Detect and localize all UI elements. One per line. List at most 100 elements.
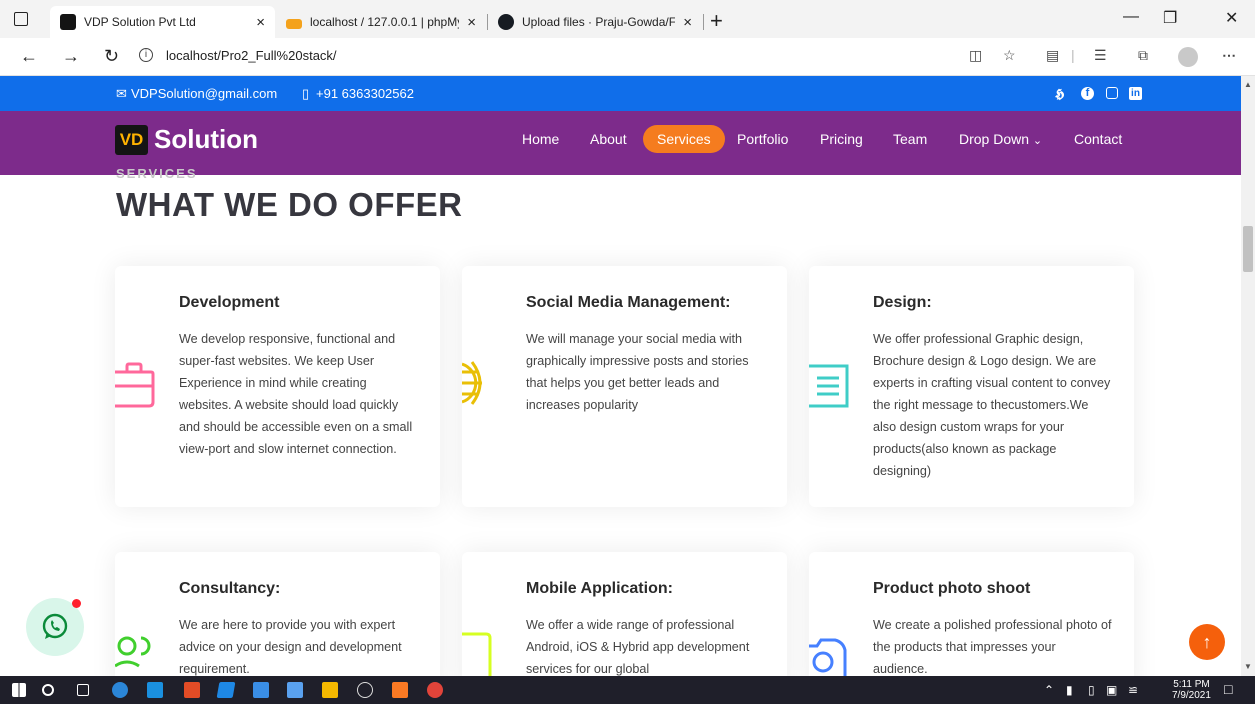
windows-start-icon[interactable] [12, 683, 26, 697]
card-title: Product photo shoot [873, 580, 1031, 597]
tab-phpmyadmin[interactable]: localhost / 127.0.0.1 | phpMyAdm × [276, 6, 486, 38]
section-label: SERVICES [116, 166, 198, 181]
card-description: We create a polished professional photo … [873, 618, 1112, 676]
email-icon: ✉ [116, 86, 127, 101]
xampp-icon[interactable] [392, 682, 408, 698]
new-tab-button[interactable]: + [710, 8, 723, 34]
more-icon[interactable]: ⋯ [1222, 47, 1236, 64]
calendar-icon[interactable] [253, 682, 269, 698]
tab-actions-icon[interactable] [14, 12, 28, 26]
favorite-icon[interactable]: ☆ [1003, 47, 1016, 64]
card-title: Design: [873, 294, 932, 311]
page-scrollbar[interactable] [1241, 76, 1255, 676]
briefcase-icon [115, 362, 155, 408]
email-link[interactable]: VDPSolution@gmail.com [131, 86, 277, 101]
phpmyadmin-favicon-icon [286, 19, 302, 29]
card-description: We develop responsive, functional and su… [179, 332, 413, 456]
clock-date: 7/9/2021 [1172, 690, 1211, 701]
usb-icon[interactable]: ▮ [1066, 683, 1073, 697]
profile-icon[interactable] [1178, 47, 1198, 67]
back-to-top-button[interactable]: ↑ [1189, 624, 1225, 660]
office-icon[interactable] [184, 682, 200, 698]
card-description: We offer professional Graphic design, Br… [873, 332, 1111, 478]
extension-icon[interactable]: ▤ [1046, 47, 1059, 64]
restore-icon[interactable]: ❐ [1163, 8, 1177, 28]
card-description: We offer a wide range of professional An… [526, 618, 750, 676]
linkedin-icon[interactable]: in [1129, 87, 1142, 100]
network-icon[interactable]: ▣ [1106, 683, 1117, 697]
nav-portfolio[interactable]: Portfolio [737, 131, 788, 147]
system-clock[interactable]: 5:11 PM 7/9/2021 [1172, 679, 1211, 701]
windows-taskbar: ⌃ ▮ ▯ ▣ ≌ 5:11 PM 7/9/2021 □ [0, 676, 1255, 704]
scroll-down-icon[interactable]: ▼ [1244, 662, 1252, 671]
nav-services[interactable]: Services [643, 125, 725, 153]
github-desktop-icon[interactable] [357, 682, 373, 698]
vdp-favicon-icon [60, 14, 76, 30]
nav-dropdown[interactable]: Drop Down ⌄ [959, 131, 1042, 147]
edge-icon[interactable] [112, 682, 128, 698]
service-card-photo-shoot[interactable]: Product photo shoot We create a polished… [809, 552, 1134, 692]
facebook-icon[interactable]: f [1081, 87, 1094, 100]
notification-badge [72, 599, 81, 608]
show-hidden-icons-icon[interactable]: ⌃ [1044, 683, 1054, 697]
close-tab-icon[interactable]: × [683, 14, 692, 31]
battery-icon[interactable]: ▯ [1088, 683, 1095, 697]
globe-icon [462, 361, 482, 405]
nav-team[interactable]: Team [893, 131, 927, 147]
service-card-mobile-app[interactable]: Mobile Application: We offer a wide rang… [462, 552, 787, 692]
store-icon[interactable] [287, 682, 303, 698]
vscode-icon[interactable] [216, 682, 236, 698]
service-card-design[interactable]: Design: We offer professional Graphic de… [809, 266, 1134, 507]
nav-pricing[interactable]: Pricing [820, 131, 863, 147]
nav-about[interactable]: About [590, 131, 627, 147]
minimize-icon[interactable]: — [1123, 8, 1139, 26]
twitter-icon[interactable]: 𝕳 [1055, 86, 1064, 102]
nav-home[interactable]: Home [522, 131, 559, 147]
service-card-social-media[interactable]: Social Media Management: We will manage … [462, 266, 787, 507]
card-title: Social Media Management: [526, 294, 731, 311]
task-view-icon[interactable] [77, 684, 89, 696]
close-tab-icon[interactable]: × [256, 14, 265, 31]
logo-mark[interactable]: VD [115, 125, 148, 155]
chrome-icon[interactable] [427, 682, 443, 698]
search-icon[interactable] [42, 684, 54, 696]
url-field[interactable]: localhost/Pro2_Full%20stack/ [166, 48, 337, 63]
scroll-up-icon[interactable]: ▲ [1244, 80, 1252, 89]
card-title: Mobile Application: [526, 580, 673, 597]
wifi-icon[interactable]: ≌ [1128, 683, 1138, 697]
refresh-icon[interactable]: ↻ [104, 46, 119, 67]
section-title: WHAT WE DO OFFER [116, 186, 463, 223]
whatsapp-icon [42, 613, 68, 639]
camera-icon [809, 638, 847, 678]
browser-tab-bar: VDP Solution Pvt Ltd × localhost / 127.0… [0, 0, 1255, 38]
logo-text[interactable]: Solution [154, 124, 258, 155]
card-description: We are here to provide you with expert a… [179, 618, 402, 676]
tab-github-upload[interactable]: Upload files · Praju-Gowda/FSW_ × [488, 6, 702, 38]
file-explorer-icon[interactable] [322, 682, 338, 698]
mail-icon[interactable] [147, 682, 163, 698]
card-description: We will manage your social media with gr… [526, 332, 749, 412]
site-topbar: ✉ VDPSolution@gmail.com ▯ +91 6363302562… [0, 76, 1241, 111]
address-bar: ← → ↻ i localhost/Pro2_Full%20stack/ ◫ ☆… [0, 38, 1255, 76]
back-icon[interactable]: ← [20, 46, 38, 67]
instagram-icon[interactable] [1106, 87, 1118, 99]
notifications-icon[interactable]: □ [1224, 681, 1232, 697]
scrollbar-thumb[interactable] [1243, 226, 1253, 272]
close-window-icon[interactable]: ✕ [1225, 8, 1238, 28]
nav-dropdown-label: Drop Down [959, 131, 1030, 147]
info-icon[interactable]: i [139, 48, 153, 62]
card-title: Development [179, 294, 280, 311]
favorites-list-icon[interactable]: ☰ [1094, 47, 1107, 64]
service-card-development[interactable]: Development We develop responsive, funct… [115, 266, 440, 507]
forward-icon[interactable]: → [62, 46, 80, 67]
service-card-consultancy[interactable]: Consultancy: We are here to provide you … [115, 552, 440, 692]
nav-contact[interactable]: Contact [1074, 131, 1122, 147]
collections-icon[interactable]: ⧉ [1138, 47, 1148, 64]
users-icon [115, 636, 151, 668]
immersive-reader-icon[interactable]: ◫ [969, 47, 982, 64]
close-tab-icon[interactable]: × [467, 14, 476, 31]
phone-icon: ▯ [302, 86, 310, 101]
tab-vdp-solution[interactable]: VDP Solution Pvt Ltd × [50, 6, 275, 38]
clock-time: 5:11 PM [1173, 679, 1210, 690]
phone-number: +91 6363302562 [316, 86, 414, 101]
